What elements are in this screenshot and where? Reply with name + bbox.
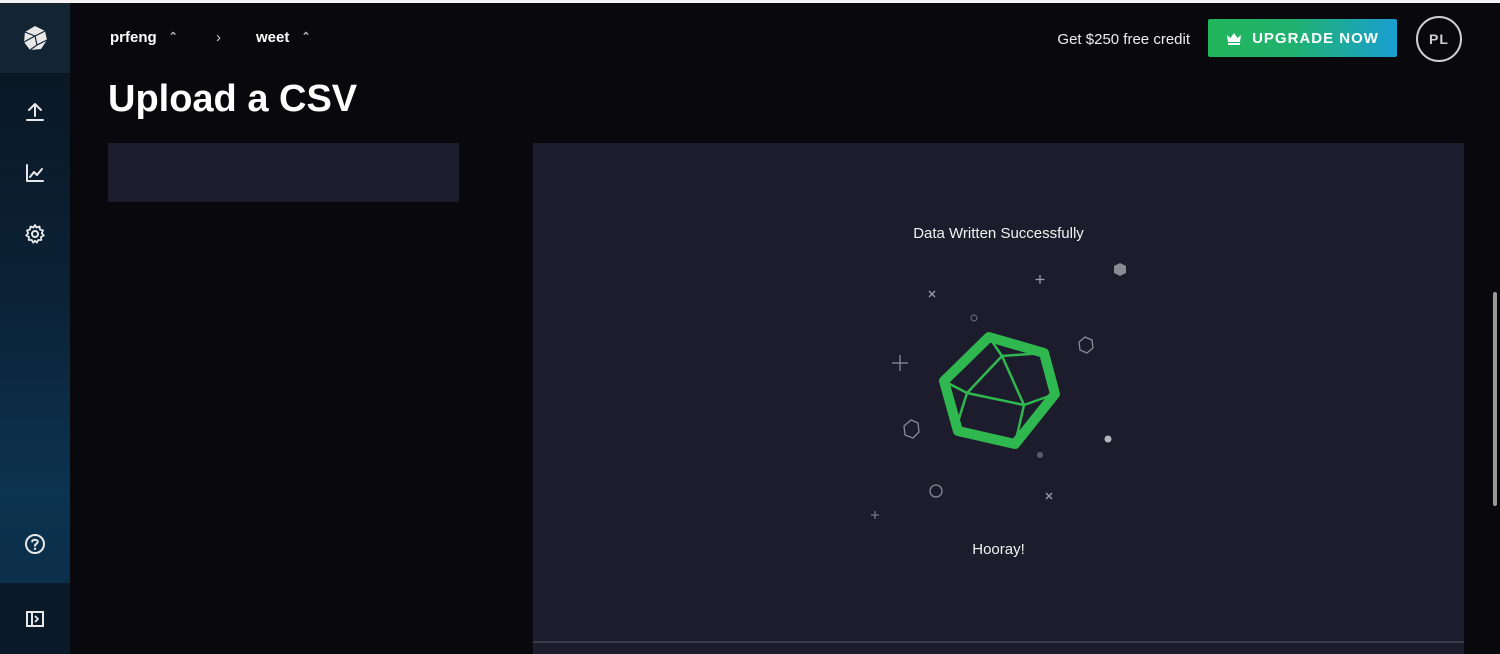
upgrade-now-button[interactable]: UPGRADE NOW xyxy=(1208,19,1397,57)
sidebar-toggle-button[interactable] xyxy=(0,583,70,654)
page-title: Upload a CSV xyxy=(108,78,358,120)
dataset-switcher-icon: ⌃ xyxy=(301,31,311,43)
sidebar-item-upload[interactable] xyxy=(0,87,70,137)
status-message: Data Written Successfully xyxy=(913,225,1084,242)
dot-icon xyxy=(1104,435,1112,443)
upgrade-label: UPGRADE NOW xyxy=(1252,29,1379,47)
plus-mark-icon xyxy=(892,355,908,371)
help-button[interactable] xyxy=(0,519,70,569)
user-avatar[interactable]: PL xyxy=(1416,16,1462,62)
gear-icon xyxy=(25,224,45,244)
x-mark-icon xyxy=(1045,492,1053,500)
breadcrumb-org[interactable]: prfeng ⌃ xyxy=(110,29,178,46)
ring-dot-icon xyxy=(970,314,978,322)
hexagon-outline-icon xyxy=(903,419,920,439)
upload-result-panel: Data Written Successfully Hooray! xyxy=(533,143,1464,654)
ring-icon xyxy=(929,484,943,498)
org-name: prfeng xyxy=(110,29,157,46)
success-illustration xyxy=(871,263,1126,519)
dataset-name: weet xyxy=(256,29,290,46)
sidebar-expand-icon xyxy=(26,610,44,627)
scrollbar-thumb[interactable] xyxy=(1493,292,1497,506)
success-cube-icon xyxy=(939,332,1060,449)
success-message: Hooray! xyxy=(972,541,1025,558)
help-icon xyxy=(25,534,45,554)
hexagon-outline-icon xyxy=(1078,336,1094,354)
free-credit-link[interactable]: Get $250 free credit xyxy=(1057,31,1190,48)
upload-icon xyxy=(26,103,44,121)
sidebar-item-settings[interactable] xyxy=(0,209,70,259)
chart-icon xyxy=(26,164,44,182)
upload-options-panel xyxy=(108,143,459,202)
breadcrumb-dataset[interactable]: weet ⌃ xyxy=(256,29,311,46)
panel-divider xyxy=(533,641,1464,643)
plus-mark-icon xyxy=(871,511,879,519)
cube-logo-icon xyxy=(23,26,48,51)
plus-mark-icon xyxy=(1035,275,1045,284)
dot-icon xyxy=(1037,452,1043,458)
x-mark-icon xyxy=(928,290,936,298)
sidebar-item-explore[interactable] xyxy=(0,148,70,198)
sidebar xyxy=(0,3,70,654)
org-switcher-icon: ⌃ xyxy=(168,31,178,43)
top-header: prfeng ⌃ › weet ⌃ Get $250 free credit U… xyxy=(70,3,1500,73)
hexagon-dot-icon xyxy=(1114,263,1126,276)
breadcrumb-chevron-icon: › xyxy=(216,29,221,46)
crown-icon xyxy=(1227,32,1242,45)
home-logo[interactable] xyxy=(0,3,70,73)
